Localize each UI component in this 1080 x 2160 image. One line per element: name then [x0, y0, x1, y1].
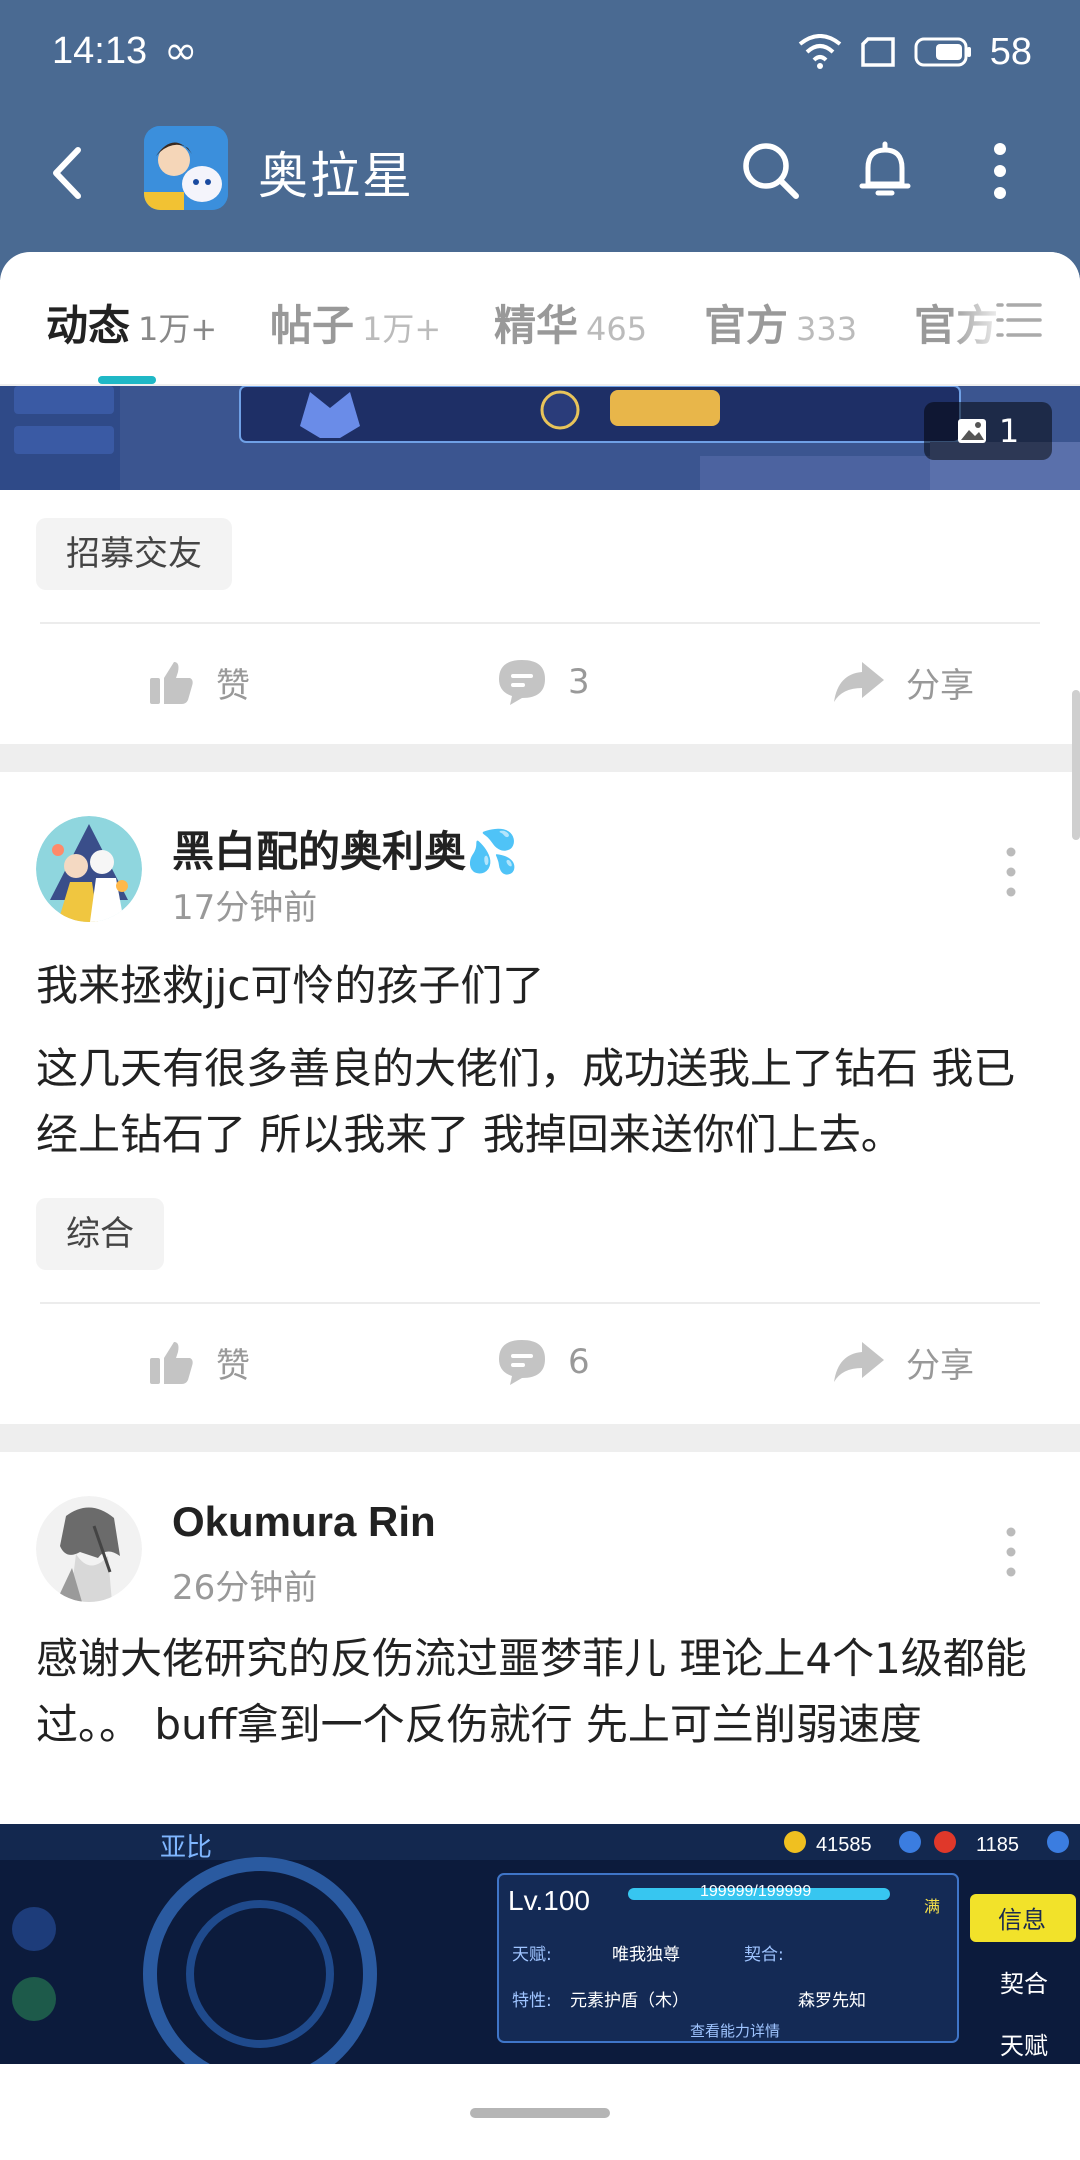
game-talent-label: 天赋: — [512, 1945, 552, 1965]
game-side-tab: 天赋 — [1000, 2032, 1048, 2060]
image-count: 1 — [998, 412, 1020, 450]
tab-official[interactable]: 官方 333 — [704, 292, 857, 353]
status-time: 14:13 — [52, 30, 148, 72]
tab-count: 1万+ — [362, 310, 442, 348]
game-full-label: 满 — [924, 1897, 940, 1916]
tab-count: 465 — [586, 310, 648, 348]
tab-label: 官方 — [704, 301, 789, 350]
tab-posts[interactable]: 帖子 1万+ — [270, 292, 441, 353]
author-name[interactable]: Okumura Rin — [172, 1498, 436, 1546]
like-label: 赞 — [216, 1345, 250, 1386]
active-tab-indicator — [98, 376, 156, 384]
thumbs-up-icon — [150, 662, 193, 704]
home-indicator[interactable] — [470, 2108, 610, 2118]
infinity-icon: ∞ — [164, 28, 198, 74]
game-level: Lv.100 — [508, 1885, 590, 1916]
game-trait-label: 特性: — [512, 1991, 552, 2011]
game-side-tab: 信息 — [998, 1906, 1046, 1934]
divider — [40, 1302, 1040, 1304]
tab-count: 333 — [796, 310, 858, 348]
post-tag[interactable]: 综合 — [36, 1198, 164, 1270]
game-talent-value: 唯我独尊 — [612, 1945, 680, 1965]
like-label: 赞 — [216, 665, 250, 706]
tab-featured[interactable]: 精华 465 — [494, 292, 647, 353]
like-button[interactable]: 赞 — [148, 1332, 250, 1392]
post-more-icon[interactable] — [996, 842, 1026, 902]
header: 14:13 ∞ 58 奥拉星 — [0, 0, 1080, 280]
author-avatar[interactable] — [36, 816, 142, 922]
screen-icon — [860, 37, 895, 67]
bell-icon[interactable] — [850, 136, 920, 206]
wifi-icon — [798, 34, 841, 69]
author-name[interactable]: 黑白配的奥利奥💦 — [172, 818, 518, 879]
app-bar: 奥拉星 — [0, 112, 1080, 232]
post-separator — [0, 1424, 1080, 1452]
share-label: 分享 — [906, 665, 974, 706]
share-label: 分享 — [906, 1345, 974, 1386]
post-title[interactable]: 我来拯救jjc可怜的孩子们了 — [36, 952, 544, 1013]
thumbs-up-icon — [150, 1342, 193, 1384]
post-time: 17分钟前 — [172, 888, 318, 928]
game-details-link: 查看能力详情 — [690, 2022, 780, 2040]
game-location: 亚比 — [160, 1833, 212, 1863]
currency-a: 41585 — [816, 1834, 872, 1856]
comment-button[interactable]: 6 — [496, 1332, 590, 1392]
app-title: 奥拉星 — [258, 147, 414, 205]
game-screenshot-graphic: 41585 1185 亚比 Lv.100 199999/199999 满 天赋:… — [0, 1824, 1080, 2064]
post-body[interactable]: 这几天有很多善良的大佬们，成功送我上了钻石 我已经上钻石了 所以我来了 我掉回来… — [36, 1036, 1046, 1168]
game-contract-label: 契合: — [744, 1945, 784, 1965]
comment-count: 6 — [568, 1342, 590, 1382]
rank-banner-graphic — [0, 386, 1080, 490]
post-image[interactable]: 41585 1185 亚比 Lv.100 199999/199999 满 天赋:… — [0, 1824, 1080, 2064]
tab-count: 1万+ — [138, 310, 218, 348]
battery-level: 58 — [989, 30, 1032, 73]
image-count-badge: 1 — [924, 402, 1052, 460]
app-icon[interactable] — [144, 126, 228, 210]
post-image[interactable]: 1 — [0, 386, 1080, 490]
tab-menu-icon[interactable] — [996, 300, 1042, 340]
tab-label: 帖子 — [270, 301, 355, 350]
tab-label: 动态 — [46, 301, 131, 350]
comment-count: 3 — [568, 662, 590, 702]
author-avatar[interactable] — [36, 1496, 142, 1602]
game-side-tab: 契合 — [1000, 1970, 1048, 1998]
tab-bar: 动态1万+ 帖子1万+ 精华465 官方333 官方 — [0, 252, 1080, 386]
comment-icon — [499, 660, 545, 705]
post-body[interactable]: 感谢大佬研究的反伤流过噩梦菲儿 理论上4个1级都能过。。 buff拿到一个反伤就… — [36, 1626, 1046, 1758]
status-bar: 14:13 ∞ 58 — [0, 0, 1080, 108]
status-icons: 58 — [798, 24, 1032, 80]
comment-icon — [499, 1340, 545, 1385]
back-icon[interactable] — [40, 138, 100, 208]
share-icon — [834, 662, 884, 702]
more-options-icon[interactable] — [965, 136, 1035, 206]
search-icon[interactable] — [736, 136, 806, 206]
share-button[interactable]: 分享 — [832, 1332, 974, 1392]
tab-label: 精华 — [494, 301, 579, 350]
post-more-icon[interactable] — [996, 1522, 1026, 1582]
game-exp: 199999/199999 — [700, 1883, 811, 1900]
like-button[interactable]: 赞 — [148, 652, 250, 712]
tab-dynamic[interactable]: 动态 1万+ — [46, 292, 217, 353]
scrollbar[interactable] — [1072, 690, 1080, 840]
share-icon — [834, 1342, 884, 1382]
post-tag[interactable]: 招募交友 — [36, 518, 232, 590]
battery-icon — [914, 37, 971, 67]
comment-button[interactable]: 3 — [496, 652, 590, 712]
image-icon — [957, 419, 986, 443]
game-trait-value: 元素护盾（木） — [570, 1991, 689, 2011]
share-button[interactable]: 分享 — [832, 652, 974, 712]
post-time: 26分钟前 — [172, 1568, 318, 1608]
game-trait-value-2: 森罗先知 — [798, 1991, 866, 2011]
divider — [40, 622, 1040, 624]
post-separator — [0, 744, 1080, 772]
currency-b: 1185 — [976, 1834, 1019, 1856]
